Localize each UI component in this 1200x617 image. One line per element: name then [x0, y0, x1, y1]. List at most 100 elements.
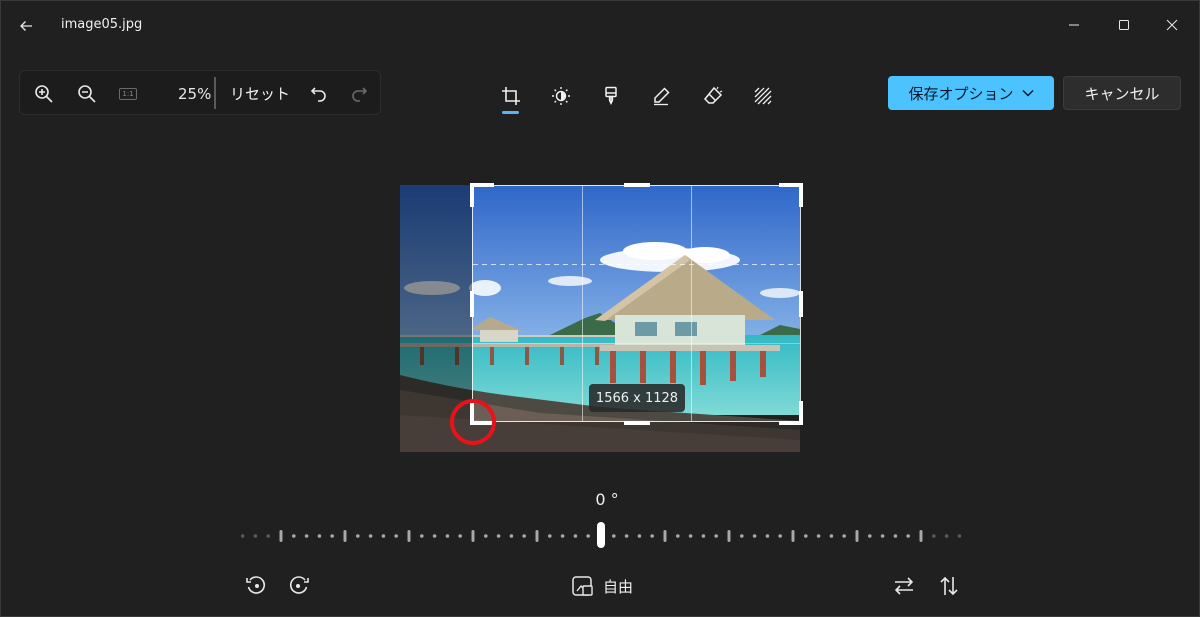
- ruler-minor-tick: [560, 534, 565, 538]
- ruler-minor-tick: [701, 534, 706, 538]
- ruler-minor-tick: [816, 534, 821, 538]
- ruler-minor-tick: [893, 534, 898, 538]
- ruler-minor-tick: [292, 534, 296, 538]
- ruler-minor-tick: [778, 534, 782, 538]
- undo-button[interactable]: [304, 79, 334, 109]
- crop-handle-top[interactable]: [624, 183, 650, 187]
- rotate-right-button[interactable]: [284, 571, 314, 601]
- ruler-minor-tick: [317, 534, 322, 538]
- pen-icon: [651, 86, 671, 106]
- flip-horizontal-icon: [892, 575, 916, 597]
- window-title: image05.jpg: [61, 17, 143, 32]
- flip-horizontal-button[interactable]: [889, 571, 919, 601]
- highlight-circle: [450, 399, 496, 445]
- redo-button[interactable]: [344, 79, 374, 109]
- flip-vertical-button[interactable]: [934, 571, 964, 601]
- close-button[interactable]: [1149, 5, 1195, 45]
- ruler-minor-tick: [944, 534, 949, 538]
- tab-adjust[interactable]: [544, 79, 578, 113]
- ruler-minor-tick: [688, 534, 693, 538]
- reset-button[interactable]: リセット: [224, 77, 296, 109]
- minimize-button[interactable]: [1051, 5, 1097, 45]
- ruler-minor-tick: [650, 534, 654, 538]
- divider: [214, 77, 216, 109]
- eraser-icon: [703, 86, 723, 106]
- zoom-in-button[interactable]: [29, 79, 59, 109]
- ruler-minor-tick: [241, 534, 245, 538]
- ruler-minor-tick: [957, 534, 961, 538]
- tab-markup[interactable]: [644, 79, 678, 113]
- cancel-button[interactable]: キャンセル: [1063, 76, 1181, 110]
- close-icon: [1166, 19, 1178, 31]
- photos-editor-window: image05.jpg 1:1 25% リセット 保存オプション キャンセル 1…: [0, 0, 1200, 617]
- ruler-minor-tick: [266, 534, 270, 538]
- ruler-minor-tick: [484, 534, 488, 538]
- ruler-minor-tick: [804, 534, 808, 538]
- save-options-button[interactable]: 保存オプション: [888, 76, 1054, 110]
- ruler-minor-tick: [765, 534, 770, 538]
- tab-filter[interactable]: [594, 79, 628, 113]
- tab-background[interactable]: [746, 79, 780, 113]
- grid-line: [582, 186, 583, 421]
- crop-handle-bottom-right[interactable]: [799, 401, 803, 425]
- ruler-major-tick: [919, 530, 923, 542]
- active-tab-indicator: [502, 111, 519, 114]
- ruler-major-tick: [279, 530, 283, 542]
- ruler-major-tick: [791, 530, 795, 542]
- crop-mask-bottom: [472, 422, 800, 452]
- back-arrow-icon: [18, 18, 34, 34]
- ruler-minor-tick: [868, 534, 872, 538]
- aspect-ratio-label: 自由: [603, 577, 634, 596]
- background-blur-icon: [753, 86, 773, 106]
- undo-icon: [310, 85, 328, 103]
- rotation-slider-thumb[interactable]: [597, 522, 605, 548]
- ruler-minor-tick: [496, 534, 501, 538]
- ruler-minor-tick: [368, 534, 373, 538]
- ruler-minor-tick: [624, 534, 629, 538]
- crop-size-badge: 1566 x 1128: [589, 384, 685, 412]
- ruler-major-tick: [535, 530, 539, 542]
- ruler-minor-tick: [842, 534, 846, 538]
- ruler-minor-tick: [432, 534, 437, 538]
- zoom-out-button[interactable]: [72, 79, 102, 109]
- ruler-major-tick: [727, 530, 731, 542]
- chevron-down-icon: [1022, 89, 1034, 97]
- ruler-minor-tick: [714, 534, 718, 538]
- flip-vertical-icon: [938, 574, 960, 598]
- rotation-angle: 0 °: [595, 490, 619, 509]
- ruler-minor-tick: [548, 534, 552, 538]
- ruler-minor-tick: [637, 534, 642, 538]
- brightness-icon: [551, 86, 571, 106]
- ruler-minor-tick: [752, 534, 757, 538]
- rotate-left-button[interactable]: [241, 571, 271, 601]
- aspect-ratio-button[interactable]: 自由: [571, 571, 633, 601]
- rotate-left-icon: [245, 575, 267, 597]
- ruler-major-tick: [471, 530, 475, 542]
- ruler-minor-tick: [394, 534, 398, 538]
- ruler-minor-tick: [330, 534, 334, 538]
- tab-crop[interactable]: [494, 79, 528, 113]
- ruler-minor-tick: [458, 534, 462, 538]
- crop-handle-right[interactable]: [799, 291, 803, 317]
- ruler-minor-tick: [880, 534, 885, 538]
- rotate-right-icon: [288, 575, 310, 597]
- back-button[interactable]: [11, 11, 41, 41]
- ruler-major-tick: [855, 530, 859, 542]
- maximize-button[interactable]: [1101, 5, 1147, 45]
- ruler-minor-tick: [522, 534, 526, 538]
- ruler-minor-tick: [304, 534, 309, 538]
- actual-size-button[interactable]: 1:1: [113, 79, 143, 109]
- crop-handle-top-left[interactable]: [470, 183, 474, 207]
- title-bar: image05.jpg: [1, 1, 1199, 51]
- ruler-minor-tick: [829, 534, 834, 538]
- save-options-label: 保存オプション: [908, 84, 1014, 103]
- tab-erase[interactable]: [696, 79, 730, 113]
- grid-line: [473, 264, 800, 265]
- ruler-minor-tick: [356, 534, 360, 538]
- ruler-minor-tick: [573, 534, 578, 538]
- ruler-major-tick: [343, 530, 347, 542]
- crop-handle-top-right[interactable]: [799, 183, 803, 207]
- crop-handle-left[interactable]: [470, 291, 474, 317]
- aspect-ratio-icon: [571, 575, 593, 597]
- crop-handle-bottom[interactable]: [624, 421, 650, 425]
